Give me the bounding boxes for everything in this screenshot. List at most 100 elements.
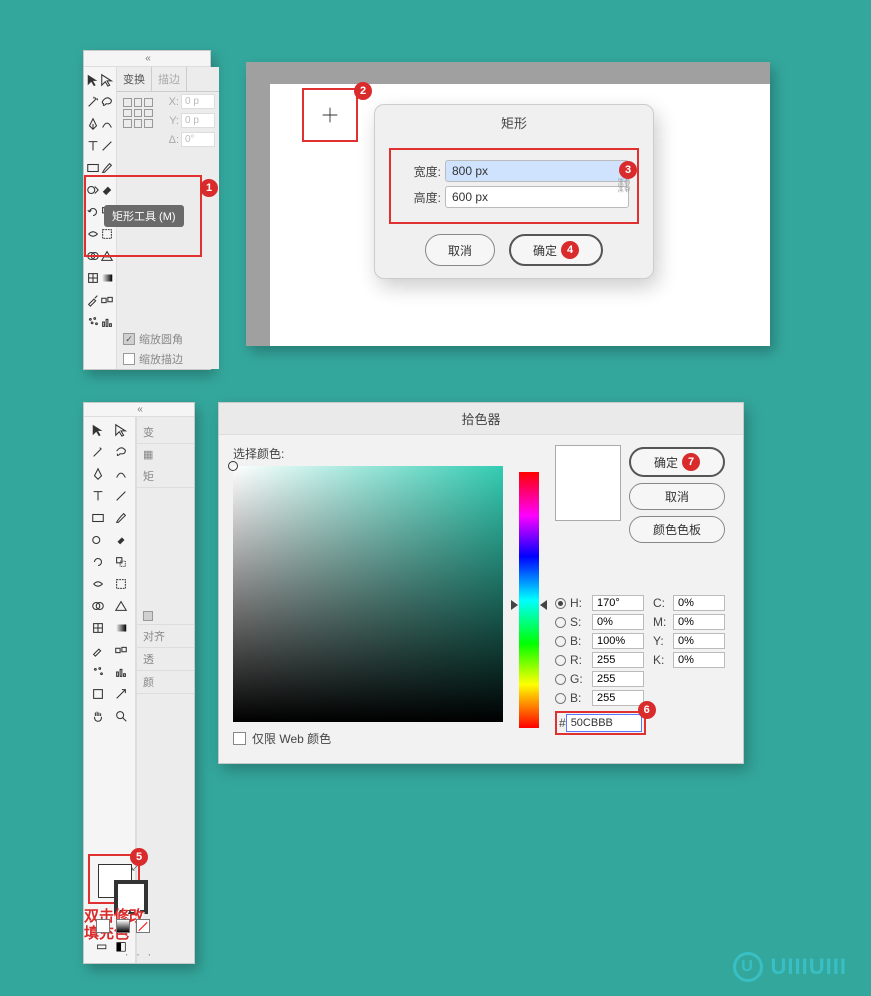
pen-tool[interactable]	[86, 113, 100, 135]
sat-radio[interactable]	[555, 617, 566, 628]
rectangle-tool[interactable]	[86, 507, 110, 529]
side-mini-color[interactable]: 颜	[137, 671, 194, 694]
r-input[interactable]	[592, 652, 644, 668]
eraser-tool[interactable]	[110, 529, 134, 551]
side-mini-transform[interactable]: 变	[137, 421, 194, 444]
reference-point-selector[interactable]	[123, 98, 153, 128]
width-tool[interactable]	[86, 573, 110, 595]
web-only-checkbox[interactable]	[233, 732, 246, 745]
angle-value[interactable]: 0°	[181, 132, 215, 147]
artboard-tool[interactable]	[86, 683, 110, 705]
side-check[interactable]	[143, 611, 153, 621]
hex-input[interactable]	[566, 714, 642, 732]
hand-tool[interactable]	[86, 705, 110, 727]
side-mini-rect[interactable]: 矩	[137, 465, 194, 488]
cp-cancel-button[interactable]: 取消	[629, 483, 725, 510]
r-radio[interactable]	[555, 655, 566, 666]
line-tool[interactable]	[100, 135, 114, 157]
hue-radio[interactable]	[555, 598, 566, 609]
x-value[interactable]: 0 p	[181, 94, 215, 109]
type-tool[interactable]	[86, 135, 100, 157]
c-input[interactable]	[673, 595, 725, 611]
selection-tool[interactable]	[86, 69, 100, 91]
g-input[interactable]	[592, 671, 644, 687]
rotate-tool[interactable]	[86, 201, 100, 223]
free-transform-tool[interactable]	[110, 573, 134, 595]
h-input[interactable]	[592, 595, 644, 611]
panel2-collapse-chevrons[interactable]: «	[84, 403, 194, 417]
lasso-tool[interactable]	[110, 441, 134, 463]
s-input[interactable]	[592, 614, 644, 630]
y-value[interactable]: 0 p	[181, 113, 215, 128]
type-tool[interactable]	[86, 485, 110, 507]
shaper-tool[interactable]	[86, 179, 100, 201]
paintbrush-tool[interactable]	[100, 157, 114, 179]
rotate-tool[interactable]	[86, 551, 110, 573]
cancel-button[interactable]: 取消	[425, 234, 495, 266]
magic-wand-tool[interactable]	[86, 441, 110, 463]
sv-cursor[interactable]	[228, 461, 238, 471]
direct-selection-tool[interactable]	[110, 419, 134, 441]
height-input[interactable]	[445, 186, 629, 208]
cp-ok-button[interactable]: 确定 7	[629, 447, 725, 477]
selection-tool[interactable]	[86, 419, 110, 441]
width-input[interactable]	[445, 160, 629, 182]
pen-tool[interactable]	[86, 463, 110, 485]
b-input[interactable]	[592, 633, 644, 649]
symbol-sprayer-tool[interactable]	[86, 661, 110, 683]
eyedropper-tool[interactable]	[86, 639, 110, 661]
eraser-tool[interactable]	[100, 179, 114, 201]
perspective-tool[interactable]	[110, 595, 134, 617]
cp-swatches-button[interactable]: 颜色色板	[629, 516, 725, 543]
mesh-tool[interactable]	[86, 617, 110, 639]
side-mini-transparent[interactable]: 透	[137, 648, 194, 671]
scale-stroke-checkbox[interactable]	[123, 353, 135, 365]
scale-tool[interactable]	[100, 201, 114, 223]
side-mini-align[interactable]: 对齐	[137, 625, 194, 648]
curvature-tool[interactable]	[110, 463, 134, 485]
saturation-value-field[interactable]	[233, 466, 503, 722]
b2-radio[interactable]	[555, 693, 566, 704]
gradient-color-icon[interactable]	[116, 919, 130, 933]
line-tool[interactable]	[110, 485, 134, 507]
shape-builder-tool[interactable]	[86, 595, 110, 617]
tab-stroke[interactable]: 描边	[152, 67, 187, 91]
paintbrush-tool[interactable]	[110, 507, 134, 529]
scale-tool[interactable]	[110, 551, 134, 573]
lasso-tool[interactable]	[100, 91, 114, 113]
solid-color-icon[interactable]	[96, 919, 110, 933]
curvature-tool[interactable]	[100, 113, 114, 135]
rectangle-tool[interactable]	[86, 157, 100, 179]
slice-tool[interactable]	[110, 683, 134, 705]
link-dimensions-icon[interactable]: ⛓	[615, 177, 633, 194]
symbol-sprayer-tool[interactable]	[86, 311, 100, 333]
g-radio[interactable]	[555, 674, 566, 685]
column-graph-tool[interactable]	[100, 311, 114, 333]
blend-tool[interactable]	[100, 289, 114, 311]
side-mini-grid-icon[interactable]: ▦	[137, 444, 194, 465]
blend-tool[interactable]	[110, 639, 134, 661]
tab-transform[interactable]: 变换	[117, 67, 152, 91]
zoom-tool[interactable]	[110, 705, 134, 727]
mesh-tool[interactable]	[86, 267, 100, 289]
scale-corners-checkbox[interactable]: ✓	[123, 333, 135, 345]
shaper-tool[interactable]	[86, 529, 110, 551]
hue-slider[interactable]	[519, 472, 539, 728]
gradient-tool[interactable]	[110, 617, 134, 639]
panel-collapse-chevrons[interactable]: «	[84, 51, 210, 67]
width-tool[interactable]	[86, 223, 100, 245]
magic-wand-tool[interactable]	[86, 91, 100, 113]
eyedropper-tool[interactable]	[86, 289, 100, 311]
y-input[interactable]	[673, 633, 725, 649]
m-input[interactable]	[673, 614, 725, 630]
perspective-tool[interactable]	[100, 245, 114, 267]
none-color-icon[interactable]	[136, 919, 150, 933]
direct-selection-tool[interactable]	[100, 69, 114, 91]
ok-button[interactable]: 确定 4	[509, 234, 603, 266]
column-graph-tool[interactable]	[110, 661, 134, 683]
edit-toolbar-icon[interactable]: · · ·	[84, 943, 194, 965]
shape-builder-tool[interactable]	[86, 245, 100, 267]
bri-radio[interactable]	[555, 636, 566, 647]
k-input[interactable]	[673, 652, 725, 668]
b2-input[interactable]	[592, 690, 644, 706]
